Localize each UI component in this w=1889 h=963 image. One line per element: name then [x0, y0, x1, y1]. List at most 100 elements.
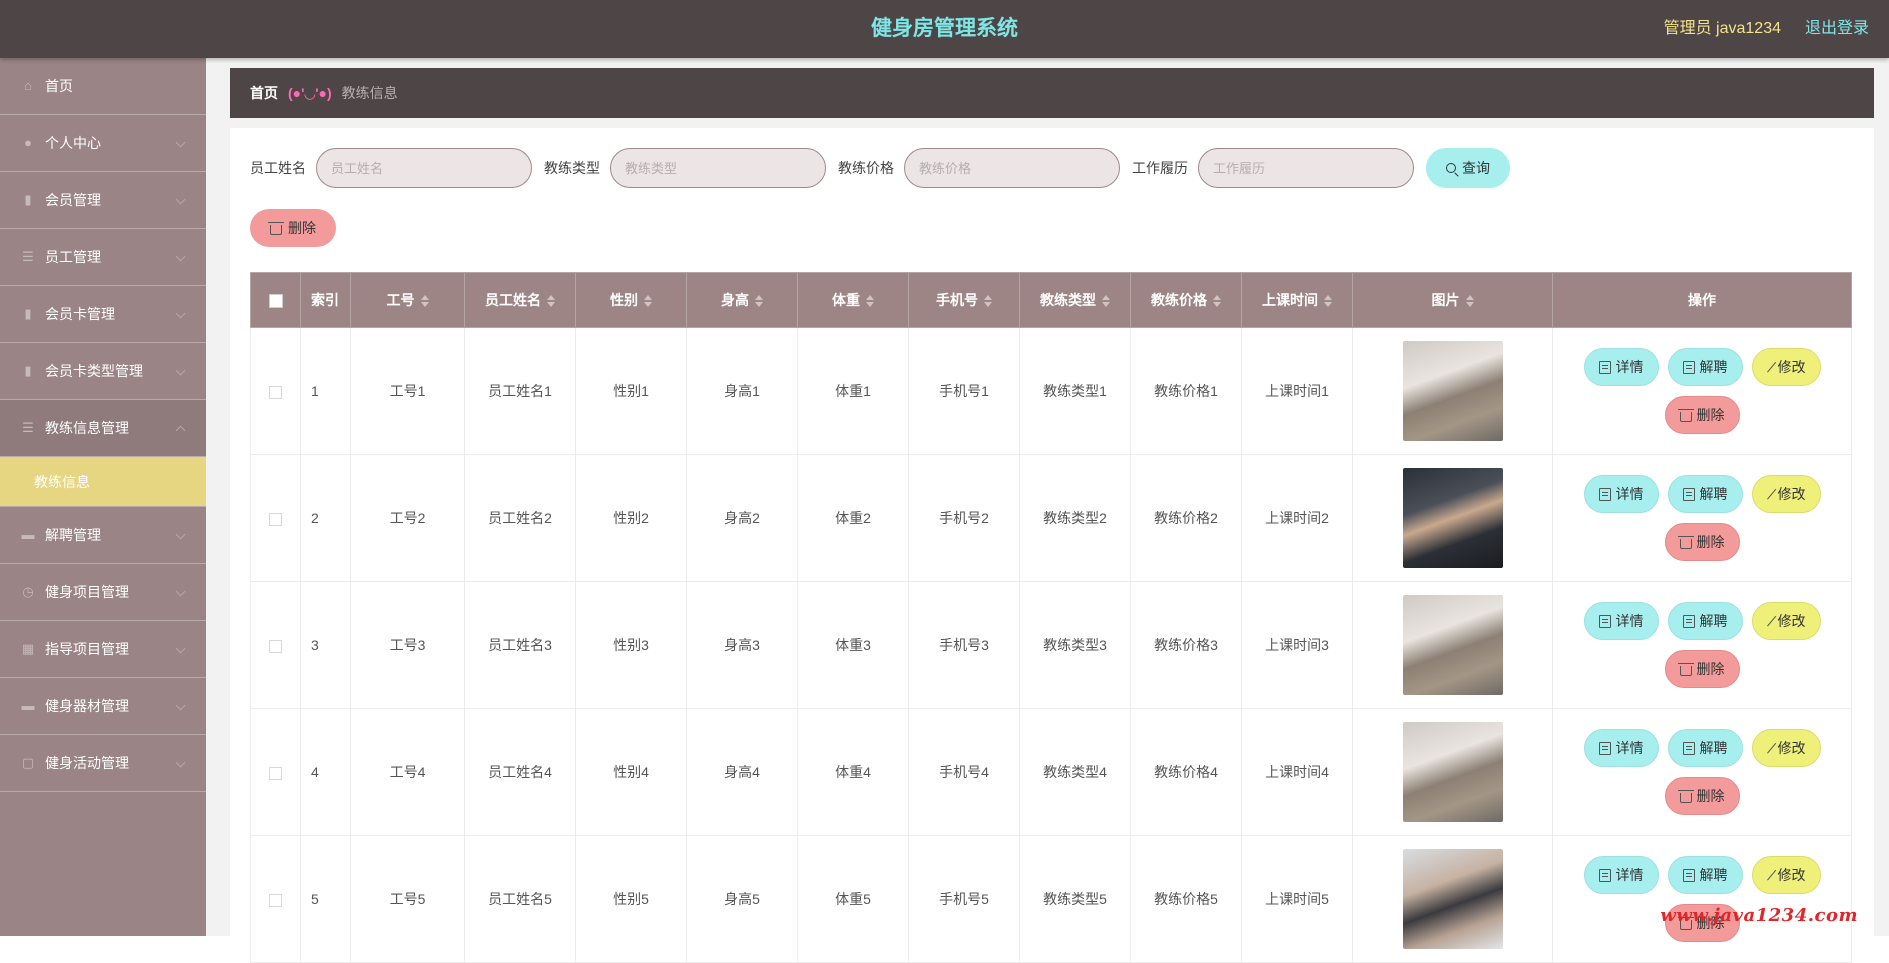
dismiss-button[interactable]: 解聘	[1667, 856, 1743, 894]
sidebar-item-dismissal[interactable]: ▬ 解聘管理	[0, 507, 206, 564]
detail-button[interactable]: 详情	[1583, 348, 1659, 386]
home-icon: ⌂	[24, 78, 32, 93]
column-header-label: 工号	[386, 292, 415, 308]
breadcrumb-home[interactable]: 首页	[250, 83, 278, 103]
sort-icon[interactable]	[644, 295, 652, 308]
coach-photo[interactable]	[1402, 468, 1503, 568]
delete-button[interactable]: 删除	[1664, 396, 1740, 434]
document-icon	[1682, 741, 1695, 755]
sort-icon[interactable]	[1102, 295, 1110, 308]
coach-type-input[interactable]	[610, 148, 826, 188]
coach-photo[interactable]	[1402, 341, 1503, 441]
row-checkbox[interactable]	[269, 385, 282, 399]
detail-button[interactable]: 详情	[1583, 729, 1659, 767]
column-header[interactable]: 教练价格	[1130, 272, 1242, 328]
sidebar-item-employees[interactable]: ☰ 员工管理	[0, 229, 206, 286]
cell-gender: 性别4	[575, 708, 687, 836]
app-title: 健身房管理系统	[871, 17, 1018, 40]
edit-button[interactable]: 修改	[1751, 856, 1821, 894]
list-icon: ☰	[22, 420, 34, 435]
column-header[interactable]: 教练类型	[1019, 272, 1131, 328]
detail-button[interactable]: 详情	[1583, 856, 1659, 894]
sidebar-item-home[interactable]: ⌂ 首页	[0, 58, 206, 115]
column-header[interactable]: 体重	[797, 272, 909, 328]
column-header-label: 上课时间	[1262, 292, 1318, 308]
sidebar-item-members[interactable]: ▮ 会员管理	[0, 172, 206, 229]
document-icon	[1598, 614, 1611, 628]
column-header[interactable]: 上课时间	[1241, 272, 1353, 328]
cell-phone: 手机号1	[908, 327, 1020, 455]
select-all-checkbox[interactable]	[268, 294, 283, 309]
column-header[interactable]: 图片	[1352, 272, 1553, 328]
column-header[interactable]: 员工姓名	[464, 272, 576, 328]
chevron-down-icon	[175, 700, 186, 711]
delete-button[interactable]: 删除	[1664, 650, 1740, 688]
sidebar-item-coach-info[interactable]: ☰ 教练信息管理	[0, 400, 206, 457]
sidebar-item-equipment[interactable]: ▬ 健身器材管理	[0, 678, 206, 735]
coach-photo[interactable]	[1402, 595, 1503, 695]
detail-button[interactable]: 详情	[1583, 475, 1659, 513]
coach-photo[interactable]	[1402, 722, 1503, 822]
edit-button[interactable]: 修改	[1751, 475, 1821, 513]
sort-icon[interactable]	[420, 295, 429, 308]
current-user: 管理员 java1234	[1663, 20, 1781, 37]
edit-button[interactable]: 修改	[1751, 729, 1821, 767]
logout-link[interactable]: 退出登录	[1805, 0, 1869, 58]
edit-button[interactable]: 修改	[1751, 602, 1821, 640]
sort-icon[interactable]	[1324, 295, 1332, 308]
cell-no: 工号3	[350, 581, 465, 709]
coach-price-input[interactable]	[904, 148, 1120, 188]
dismiss-button[interactable]: 解聘	[1667, 729, 1743, 767]
delete-button[interactable]: 删除	[1664, 777, 1740, 815]
breadcrumb-current: 教练信息	[341, 85, 398, 101]
work-history-input[interactable]	[1198, 148, 1414, 188]
delete-label: 删除	[1696, 661, 1725, 677]
sidebar-item-member-cards[interactable]: ▮ 会员卡管理	[0, 286, 206, 343]
dismiss-button[interactable]: 解聘	[1667, 602, 1743, 640]
column-header[interactable]: 身高	[686, 272, 798, 328]
coach-photo[interactable]	[1402, 849, 1503, 949]
sidebar-item-card-types[interactable]: ▮ 会员卡类型管理	[0, 343, 206, 400]
document-icon	[1598, 741, 1611, 755]
cell-actions: 详情 解聘 修改删除	[1552, 454, 1852, 582]
batch-delete-button[interactable]: 删除	[250, 209, 336, 247]
column-header[interactable]: 手机号	[908, 272, 1020, 328]
sidebar-item-fitness-projects[interactable]: ◷ 健身项目管理	[0, 564, 206, 621]
edit-button[interactable]: 修改	[1751, 348, 1821, 386]
sidebar-item-guidance-projects[interactable]: ▦ 指导项目管理	[0, 621, 206, 678]
cell-phone: 手机号4	[908, 708, 1020, 836]
row-checkbox[interactable]	[269, 766, 282, 780]
row-checkbox[interactable]	[269, 512, 282, 526]
delete-button[interactable]: 删除	[1664, 523, 1740, 561]
document-icon	[1598, 868, 1611, 882]
cell-gender: 性别1	[575, 327, 687, 455]
row-checkbox[interactable]	[269, 639, 282, 653]
sort-icon[interactable]	[547, 295, 555, 308]
column-header[interactable]: 工号	[350, 272, 465, 328]
search-label-resume: 工作履历	[1132, 160, 1188, 176]
dismiss-button[interactable]: 解聘	[1667, 475, 1743, 513]
cell-phone: 手机号3	[908, 581, 1020, 709]
employee-name-input[interactable]	[316, 148, 532, 188]
row-checkbox[interactable]	[269, 893, 282, 907]
sort-icon[interactable]	[1465, 295, 1474, 308]
sort-icon[interactable]	[866, 295, 874, 308]
sort-icon[interactable]	[984, 295, 992, 308]
dismiss-button[interactable]: 解聘	[1667, 348, 1743, 386]
detail-button[interactable]: 详情	[1583, 602, 1659, 640]
table-row: 2 工号2 员工姓名2 性别2 身高2 体重2 手机号2 教练类型2 教练价格2 上课时间2 详情 解…	[250, 454, 1852, 582]
delete-label: 删除	[1696, 534, 1725, 550]
cell-name: 员工姓名1	[464, 327, 576, 455]
trash-icon	[268, 221, 284, 235]
column-header[interactable]: 性别	[575, 272, 687, 328]
dismiss-label: 解聘	[1699, 359, 1728, 375]
sidebar-subitem-coach-info[interactable]: 教练信息	[0, 457, 206, 507]
sort-icon[interactable]	[1213, 295, 1221, 308]
sort-icon[interactable]	[755, 295, 763, 308]
sidebar-item-activities[interactable]: ▢ 健身活动管理	[0, 735, 206, 792]
query-button[interactable]: 查询	[1426, 148, 1510, 188]
cell-gender: 性别3	[575, 581, 687, 709]
sidebar-item-label: 会员卡类型管理	[45, 363, 143, 379]
sidebar-item-personal-center[interactable]: ● 个人中心	[0, 115, 206, 172]
dismiss-label: 解聘	[1699, 740, 1728, 756]
